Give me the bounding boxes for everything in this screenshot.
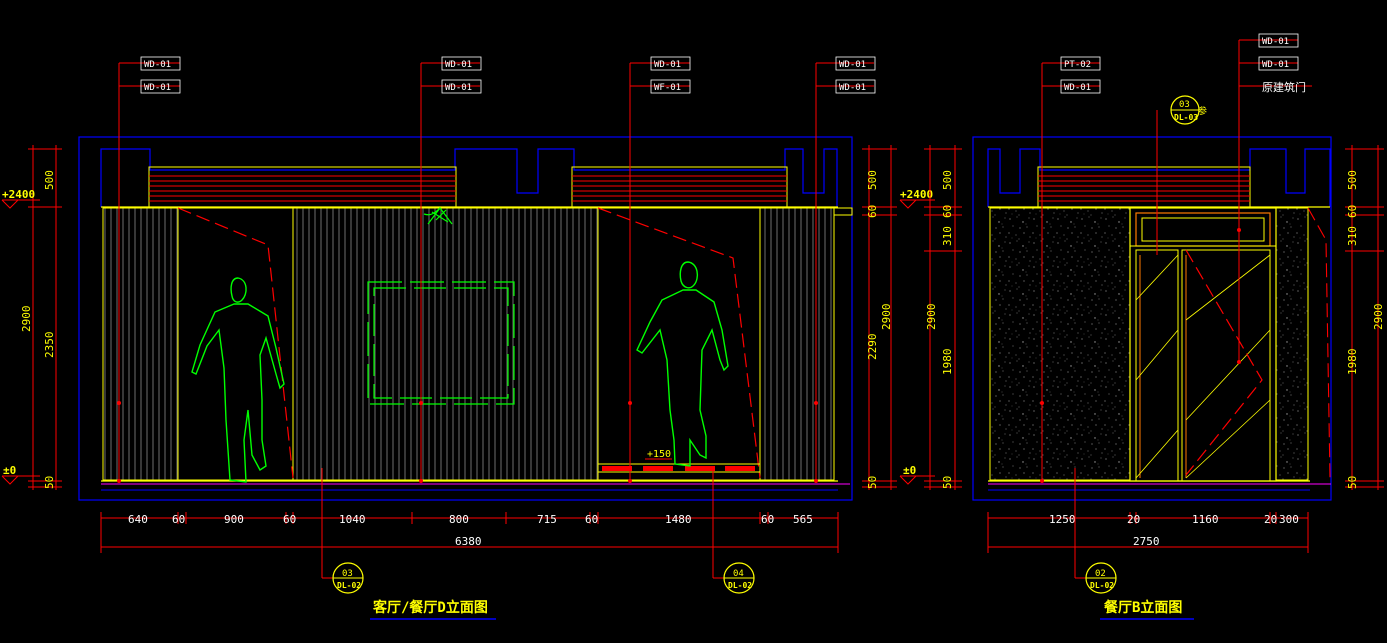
callout-tag-group: PT-02 WD-01 [1042,56,1101,94]
level-mark: ±0 [3,464,16,477]
section-mark: 04 DL-02 [723,562,755,594]
callout-tag-group: WD-01 WD-01 [816,56,876,94]
dim-label: 1980 [1346,349,1359,376]
dim-label: 310 [941,226,954,246]
dim-label: 50 [866,476,879,489]
dim-label: 50 [43,476,56,489]
dim-label: 500 [866,170,879,190]
total-dim-label: 2750 [1133,535,1160,548]
callout-tag: PT-02 [1064,60,1091,70]
total-dim-label: 6380 [455,535,482,548]
stone-panel-1 [989,207,1131,481]
dim-label: 50 [1346,476,1359,489]
dim-label: 310 [1346,226,1359,246]
section-mark-num: 03 [342,569,353,579]
dim-label: 2290 [866,334,879,361]
left-ceiling-profile [100,148,838,207]
dim-label: 2900 [880,304,893,331]
callout-tag: WD-01 [654,60,681,70]
detail-mark-num: 03 [1179,100,1190,110]
callout-tag: WD-01 [839,83,866,93]
callout-tag: WD-01 [1262,37,1289,47]
left-door-opening-2 [597,207,761,481]
callout-tag: WD-01 [445,60,472,70]
dim-label: 1980 [941,349,954,376]
left-step-fill-1 [602,466,632,471]
section-mark-ref: DL-02 [1090,581,1114,590]
dim-label: 1480 [665,513,692,526]
right-ceiling-profile [987,148,1331,207]
dim-label: 20 [1127,513,1140,526]
callout-tag: WD-01 [1262,60,1289,70]
dim-label: 60 [866,205,879,218]
callout-tag-group: WD-01 WD-01 [119,56,181,94]
dim-label: 60 [585,513,598,526]
left-step-fill-4 [725,466,755,471]
callout-tag: WF-01 [654,83,681,93]
detail-mark-ref: DL-03 [1174,113,1198,122]
level-mark: +150 [647,449,671,460]
right-curtain-box [1037,166,1251,208]
dim-label: 300 [1279,513,1299,526]
level-mark: +2400 [900,188,933,201]
callout-tag-group: WD-01 WF-01 [630,56,691,94]
section-mark-ref: DL-02 [337,581,361,590]
dim-label: 1250 [1049,513,1076,526]
dim-label: 900 [224,513,244,526]
right-elevation: PT-02 WD-01 WD-01 WD-01 原建筑门 03 DL-03 参 [924,33,1385,620]
callout-tag: WD-01 [445,83,472,93]
dim-label: 500 [1346,170,1359,190]
dim-label: 2900 [1372,304,1385,331]
level-mark: +2400 [2,188,35,201]
left-slat-panel-1 [102,207,179,481]
dim-label: 1040 [339,513,366,526]
left-small-box [833,207,853,216]
left-curtain-box-1 [148,166,457,208]
left-step-fill-3 [685,466,715,471]
dim-label: 60 [941,205,954,218]
stone-panel-2 [1275,207,1309,481]
dim-label: 2900 [925,304,938,331]
cad-drawing-canvas: WD-01 WD-01 WD-01 WD-01 WD-01 WF-01 WD-0… [1,33,1385,620]
callout-tag: WD-01 [144,60,171,70]
callout-tag: WD-01 [1064,83,1091,93]
left-slat-panel-2 [292,207,599,481]
dim-label: 2900 [20,306,33,333]
dim-label: 500 [43,170,56,190]
section-mark-ref: DL-02 [728,581,752,590]
callout-tag: WD-01 [839,60,866,70]
dim-label: 60 [283,513,296,526]
callout-tag-group: WD-01 WD-01 [421,56,482,94]
dim-label: 500 [941,170,954,190]
left-door-opening-1 [177,207,294,481]
level-mark: ±0 [903,464,916,477]
dim-label: 1160 [1192,513,1219,526]
section-mark: 03 DL-02 [332,562,364,594]
callout-tag-group: WD-01 WD-01 原建筑门 [1239,33,1312,94]
callout-tag: 原建筑门 [1262,80,1306,94]
dim-label: 60 [172,513,185,526]
section-mark-num: 04 [733,569,744,579]
section-mark: 02 DL-02 [1085,562,1117,594]
drawing-title: 餐厅B立面图 [1103,599,1182,616]
dim-label: 640 [128,513,148,526]
drawing-title: 客厅/餐厅D立面图 [372,599,488,616]
detail-mark-suffix: 参 [1198,105,1207,117]
dim-label: 565 [793,513,813,526]
dim-label: 715 [537,513,557,526]
dim-label: 20 [1264,513,1277,526]
left-step-fill-2 [643,466,673,471]
dim-label: 60 [761,513,774,526]
left-elevation: WD-01 WD-01 WD-01 WD-01 WD-01 WF-01 WD-0… [1,56,935,620]
dim-label: 2350 [43,332,56,359]
section-mark-num: 02 [1095,569,1106,579]
detail-mark: 03 DL-03 参 [1170,95,1207,125]
left-curtain-box-2 [571,166,788,208]
dim-label: 50 [941,476,954,489]
dim-label: 60 [1346,205,1359,218]
dim-label: 800 [449,513,469,526]
left-slat-panel-3 [759,207,835,481]
callout-tag: WD-01 [144,83,171,93]
existing-door [1129,207,1277,482]
